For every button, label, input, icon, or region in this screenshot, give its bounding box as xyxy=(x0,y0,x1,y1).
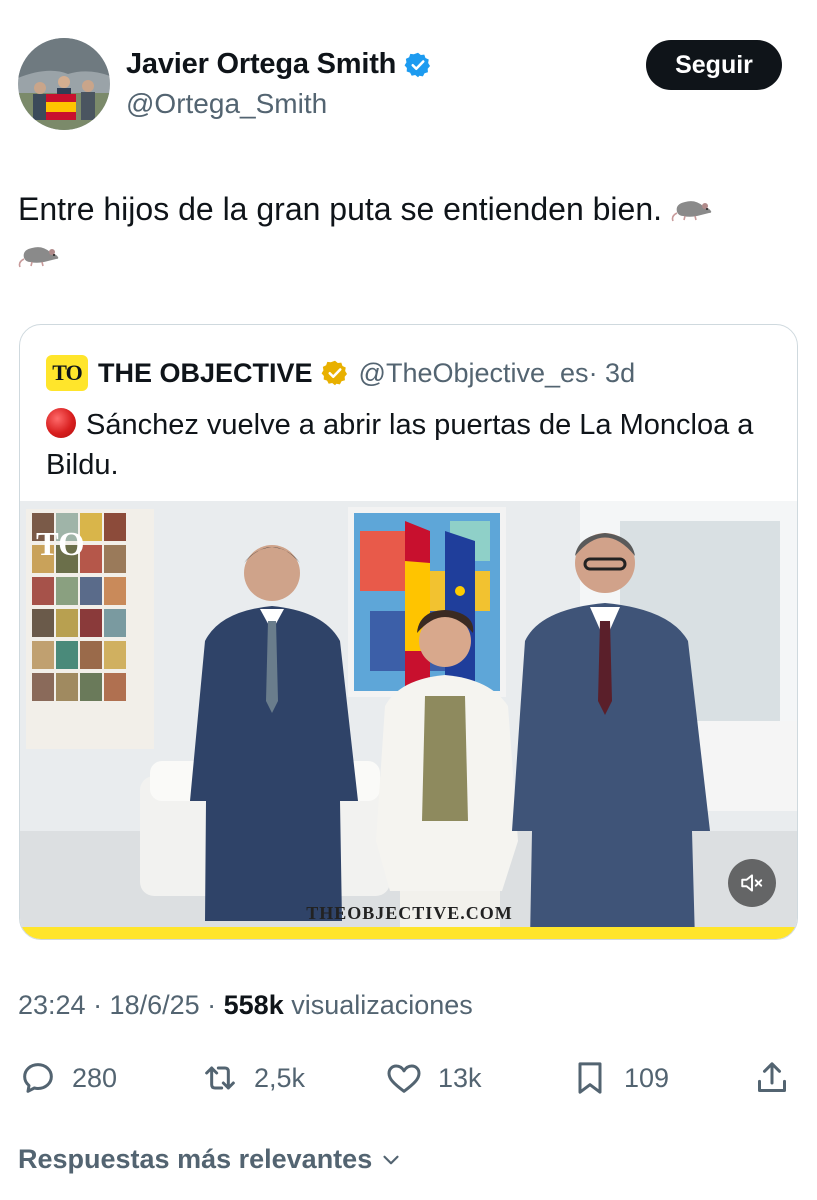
video-player[interactable]: TO THEOBJECTIVE.COM xyxy=(20,501,797,939)
tweet-meta: 23:24 · 18/6/25 · 558k visualizaciones xyxy=(18,990,473,1021)
brand-bar xyxy=(20,927,797,939)
verified-gold-badge-icon xyxy=(321,360,347,386)
bookmark-icon xyxy=(578,1062,602,1094)
tweet-body: Entre hijos de la gran puta se entienden… xyxy=(18,191,663,227)
video-watermark: THEOBJECTIVE.COM xyxy=(306,903,513,923)
quoted-avatar[interactable]: TO xyxy=(46,355,88,391)
follow-button[interactable]: Seguir xyxy=(646,40,782,90)
avatar[interactable] xyxy=(18,38,110,130)
repost-count: 2,5k xyxy=(254,1062,306,1093)
heart-icon xyxy=(387,1064,421,1093)
share-button[interactable] xyxy=(752,1050,792,1106)
replies-sort-dropdown[interactable]: Respuestas más relevantes xyxy=(18,1144,404,1175)
repost-icon xyxy=(205,1066,235,1090)
bookmark-button[interactable]: 109 xyxy=(570,1050,669,1106)
chevron-down-icon xyxy=(383,1155,399,1164)
quoted-tweet[interactable]: TO THE OBJECTIVE @TheObjective_es · 3d S… xyxy=(19,324,798,940)
reply-count: 280 xyxy=(72,1062,118,1093)
share-icon xyxy=(758,1062,786,1092)
author-handle[interactable]: @Ortega_Smith xyxy=(126,88,327,120)
repost-button[interactable]: 2,5k xyxy=(200,1050,305,1106)
tweet-header: Javier Ortega Smith @Ortega_Smith Seguir xyxy=(18,38,798,130)
author-name[interactable]: Javier Ortega Smith xyxy=(126,48,396,81)
verified-badge-icon xyxy=(404,52,431,77)
quoted-timestamp[interactable]: · 3d xyxy=(589,358,636,389)
tweet-text: Entre hijos de la gran puta se entienden… xyxy=(18,186,798,278)
video-corner-logo: TO xyxy=(36,526,85,563)
replies-sort-label: Respuestas más relevantes xyxy=(18,1144,373,1174)
views-count: 558k xyxy=(223,990,284,1020)
quoted-author-name[interactable]: THE OBJECTIVE xyxy=(98,358,313,389)
like-count: 13k xyxy=(438,1062,482,1093)
quoted-text: Sánchez vuelve a abrir las puertas de La… xyxy=(46,405,776,485)
action-bar: 280 2,5k 13k 109 xyxy=(18,1050,798,1106)
speaker-muted-icon[interactable] xyxy=(728,859,776,907)
tweet-timestamp[interactable]: 23:24 · 18/6/25 · xyxy=(18,990,224,1020)
rat-emoji-icon xyxy=(671,201,712,222)
red-circle-icon xyxy=(46,408,76,438)
rat-emoji-icon xyxy=(18,247,59,268)
quoted-tweet-header: TO THE OBJECTIVE @TheObjective_es · 3d xyxy=(46,355,635,391)
reply-button[interactable]: 280 xyxy=(18,1050,117,1106)
bookmark-count: 109 xyxy=(624,1062,670,1093)
views-label: visualizaciones xyxy=(283,990,473,1020)
quoted-author-handle[interactable]: @TheObjective_es xyxy=(359,358,589,389)
speaker-muted-glyph xyxy=(741,874,763,892)
reply-icon xyxy=(23,1063,53,1093)
avatar-photo xyxy=(18,38,110,130)
video-frame: TO xyxy=(20,501,797,939)
quoted-body: Sánchez vuelve a abrir las puertas de La… xyxy=(46,409,754,481)
like-button[interactable]: 13k xyxy=(384,1050,482,1106)
